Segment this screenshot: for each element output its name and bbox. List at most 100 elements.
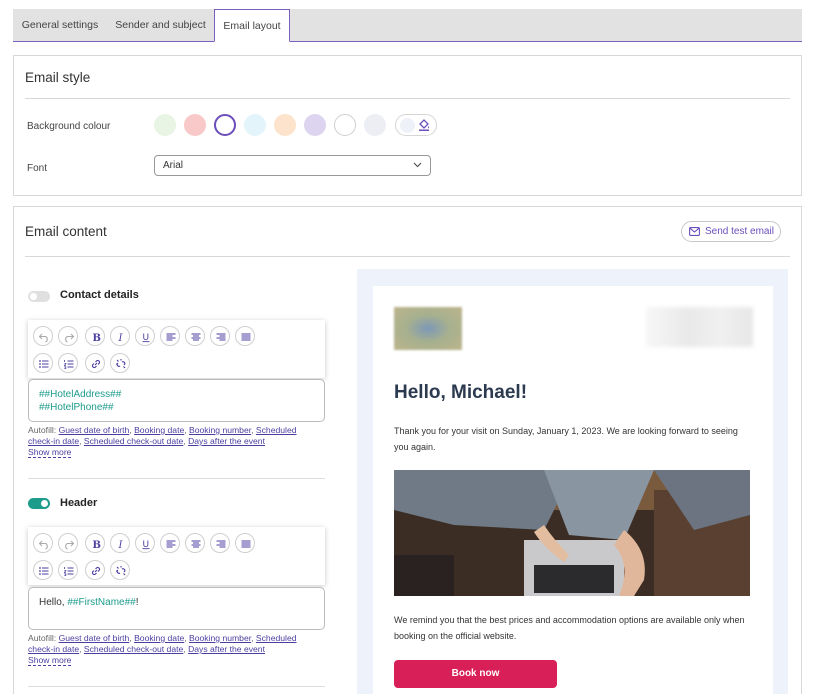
italic-button[interactable]: I: [110, 533, 130, 553]
autofill-scheduled-check-out-date[interactable]: Scheduled check-out date: [84, 436, 183, 446]
tab-bar: General settings Sender and subject Emai…: [13, 9, 802, 42]
underline-button[interactable]: U: [135, 533, 155, 553]
show-more-link[interactable]: Show more: [28, 447, 72, 458]
custom-colour-picker[interactable]: [395, 114, 437, 136]
autofill-guest-date-of-birth[interactable]: Guest date of birth: [59, 425, 130, 435]
svg-text:B: B: [93, 540, 101, 550]
swatch-peach[interactable]: [274, 114, 296, 136]
send-test-email-button[interactable]: Send test email: [681, 221, 781, 242]
align-center-icon: [191, 333, 201, 341]
laptop-photo: [394, 470, 750, 596]
numbered-list-icon: [63, 567, 74, 576]
bold-button[interactable]: B: [85, 326, 105, 346]
autofill-booking-number[interactable]: Booking number: [189, 633, 251, 643]
justify-button[interactable]: [235, 326, 255, 346]
paint-bucket-icon: [419, 119, 429, 131]
header-autofill: Autofill: Guest date of birth, Booking d…: [28, 633, 297, 666]
laptop-photo-illustration: [394, 470, 750, 596]
unlink-icon: [116, 566, 126, 576]
bullet-list-button[interactable]: [33, 560, 53, 580]
autofill-label: Autofill:: [28, 633, 57, 643]
font-label: Font: [27, 163, 48, 174]
insert-link-button[interactable]: [85, 560, 105, 580]
align-left-button[interactable]: [160, 533, 180, 553]
header-label: Header: [60, 497, 98, 509]
autofill-days-after-the-event[interactable]: Days after the event: [188, 644, 265, 654]
font-select-value: Arial: [163, 160, 184, 171]
swatch-light-green[interactable]: [154, 114, 176, 136]
envelope-icon: [689, 227, 700, 236]
remove-link-button[interactable]: [110, 353, 130, 373]
link-icon: [91, 359, 101, 369]
justify-icon: [241, 540, 251, 548]
align-center-icon: [191, 540, 201, 548]
custom-colour-dot: [400, 118, 415, 133]
underline-button[interactable]: U: [135, 326, 155, 346]
autofill-scheduled-check-out-date[interactable]: Scheduled check-out date: [84, 644, 183, 654]
email-style-title: Email style: [25, 70, 91, 85]
align-right-button[interactable]: [210, 533, 230, 553]
swatch-white[interactable]: [334, 114, 356, 136]
hotel-logo-image: [394, 307, 462, 350]
hotel-address-variable: ##HotelAddress##: [39, 389, 122, 400]
align-center-button[interactable]: [185, 533, 205, 553]
email-style-panel: Email style Background colour Font Arial: [13, 55, 802, 196]
undo-icon: [38, 333, 48, 343]
align-right-button[interactable]: [210, 326, 230, 346]
redo-icon: [65, 540, 75, 550]
insert-link-button[interactable]: [85, 353, 105, 373]
redo-button[interactable]: [58, 326, 78, 346]
header-editor[interactable]: Hello, ##FirstName##!: [28, 587, 325, 630]
header-toggle[interactable]: [28, 498, 50, 509]
email-greeting: Hello, Michael!: [394, 382, 528, 403]
autofill-booking-date[interactable]: Booking date: [134, 425, 184, 435]
send-test-email-label: Send test email: [705, 226, 774, 237]
undo-button[interactable]: [33, 326, 53, 346]
tab-general-settings[interactable]: General settings: [13, 9, 107, 41]
autofill-guest-date-of-birth[interactable]: Guest date of birth: [59, 633, 130, 643]
swatch-lavender[interactable]: [304, 114, 326, 136]
book-now-button[interactable]: Book now: [394, 660, 557, 688]
swatch-white-selected[interactable]: [214, 114, 236, 136]
show-more-link[interactable]: Show more: [28, 655, 72, 666]
autofill-booking-number[interactable]: Booking number: [189, 425, 251, 435]
contact-details-editor[interactable]: ##HotelAddress## ##HotelPhone##: [28, 379, 325, 422]
autofill-label: Autofill:: [28, 425, 57, 435]
bold-icon: B: [93, 333, 101, 343]
swatch-pink[interactable]: [184, 114, 206, 136]
bold-button[interactable]: B: [85, 533, 105, 553]
toggle-knob: [41, 500, 48, 507]
justify-button[interactable]: [235, 533, 255, 553]
numbered-list-button[interactable]: [58, 560, 78, 580]
autofill-days-after-the-event[interactable]: Days after the event: [188, 436, 265, 446]
header-toolbar: B I U: [28, 527, 325, 585]
italic-icon: I: [118, 540, 124, 550]
bullet-list-icon: [39, 567, 49, 575]
numbered-list-button[interactable]: [58, 353, 78, 373]
email-content-title: Email content: [25, 224, 107, 239]
contact-details-label: Contact details: [60, 289, 139, 301]
bullet-list-button[interactable]: [33, 353, 53, 373]
remove-link-button[interactable]: [110, 560, 130, 580]
align-center-button[interactable]: [185, 326, 205, 346]
tab-sender-and-subject[interactable]: Sender and subject: [107, 9, 214, 41]
swatch-light-blue[interactable]: [244, 114, 266, 136]
svg-text:B: B: [93, 333, 101, 343]
background-colour-label: Background colour: [27, 121, 111, 132]
link-icon: [91, 566, 101, 576]
email-preview: Hello, Michael! Thank you for your visit…: [373, 286, 773, 694]
font-select[interactable]: Arial: [154, 155, 431, 176]
align-right-icon: [216, 540, 226, 548]
align-left-button[interactable]: [160, 326, 180, 346]
contact-details-toggle[interactable]: [28, 291, 50, 302]
header-banner-image: [646, 307, 753, 347]
autofill-booking-date[interactable]: Booking date: [134, 633, 184, 643]
swatch-light-gray[interactable]: [364, 114, 386, 136]
undo-button[interactable]: [33, 533, 53, 553]
redo-button[interactable]: [58, 533, 78, 553]
toggle-knob: [30, 293, 37, 300]
section-divider: [28, 686, 325, 687]
tab-email-layout[interactable]: Email layout: [214, 9, 290, 42]
svg-text:I: I: [118, 540, 124, 550]
italic-button[interactable]: I: [110, 326, 130, 346]
